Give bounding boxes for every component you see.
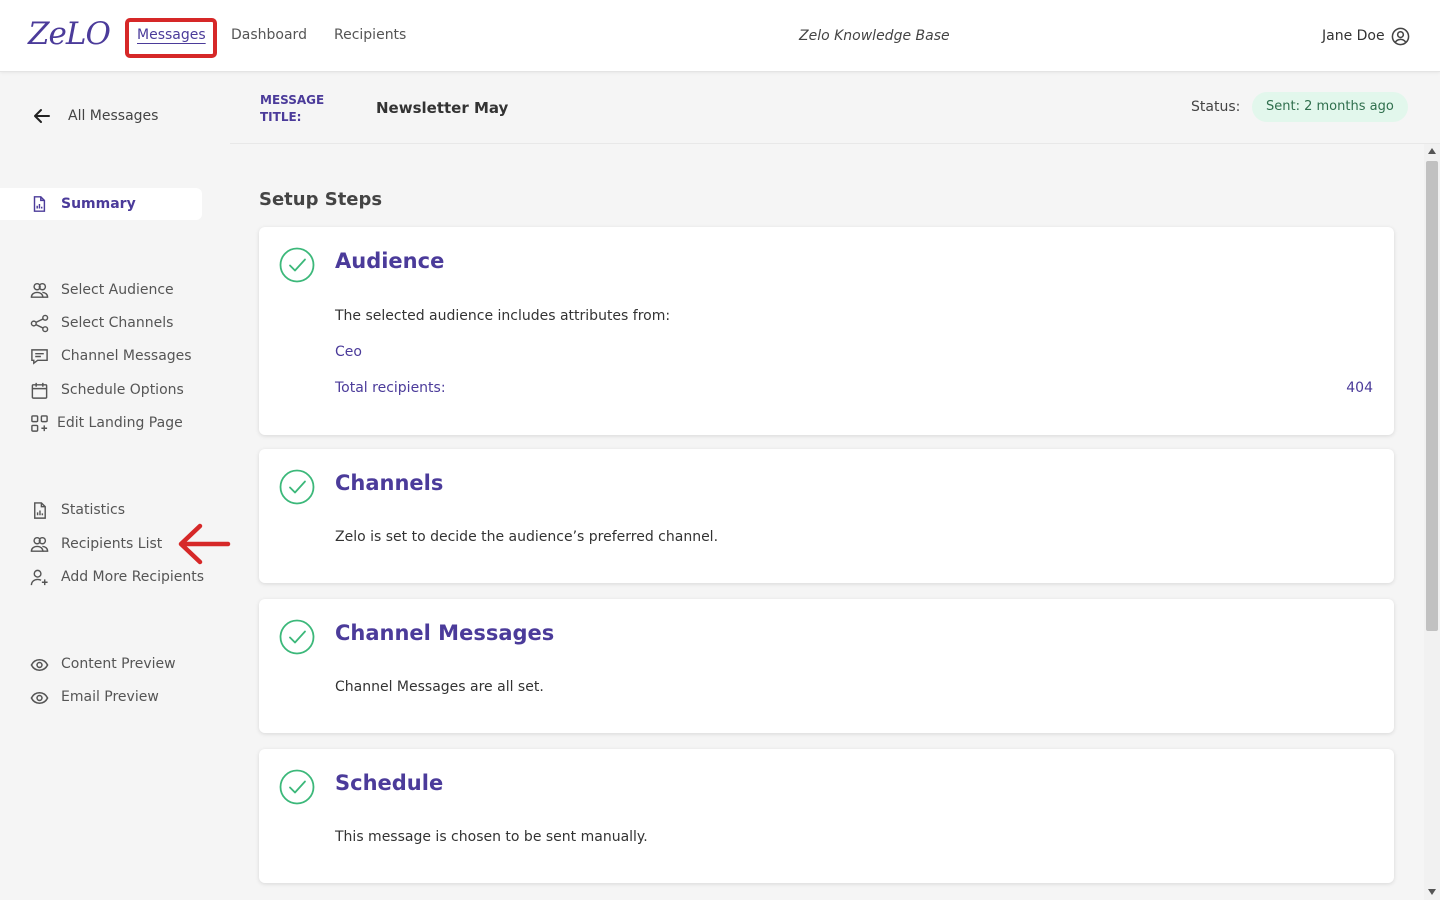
message-icon (31, 348, 48, 365)
scroll-up-arrow[interactable] (1428, 148, 1436, 154)
grid-add-icon (31, 414, 48, 432)
sidebar-item-content-preview[interactable]: Content Preview (30, 653, 176, 675)
content-scrollbar[interactable] (1424, 144, 1440, 900)
share-icon (30, 314, 49, 332)
check-circle-icon (279, 769, 315, 805)
scroll-down-arrow[interactable] (1428, 889, 1436, 895)
sidebar-item-summary[interactable]: Summary (0, 188, 202, 220)
sidebar-item-label: Recipients List (61, 536, 163, 552)
users-icon (30, 282, 49, 298)
check-circle-icon (279, 469, 315, 505)
check-circle-icon (279, 247, 315, 283)
sidebar-item-statistics[interactable]: Statistics (30, 499, 125, 521)
step-card-schedule: Schedule This message is chosen to be se… (259, 749, 1394, 883)
card-text: This message is chosen to be sent manual… (335, 829, 648, 845)
eye-icon (30, 658, 49, 671)
arrow-left-icon (34, 109, 50, 123)
back-to-all-messages[interactable]: All Messages (32, 105, 158, 127)
user-name[interactable]: Jane Doe (1322, 28, 1385, 44)
sidebar-item-select-audience[interactable]: Select Audience (30, 279, 174, 301)
sidebar-item-add-more-recipients[interactable]: Add More Recipients (30, 566, 204, 588)
sidebar-item-label: Select Audience (61, 282, 174, 298)
user-circle-icon[interactable] (1391, 27, 1410, 46)
knowledge-base-link[interactable]: Zelo Knowledge Base (799, 28, 950, 44)
sidebar-item-edit-landing-page[interactable]: Edit Landing Page (30, 412, 183, 434)
card-title: Schedule (335, 771, 444, 795)
sidebar-item-schedule-options[interactable]: Schedule Options (30, 379, 184, 401)
users-icon (30, 536, 49, 552)
sidebar-item-label: Email Preview (61, 689, 159, 705)
total-recipients-value: 404 (1346, 380, 1373, 396)
sidebar-item-label: Edit Landing Page (57, 415, 183, 431)
step-card-audience: Audience The selected audience includes … (259, 227, 1394, 435)
setup-steps-heading: Setup Steps (259, 189, 383, 210)
sidebar-item-label: Schedule Options (61, 382, 184, 398)
sidebar-item-label: Channel Messages (61, 348, 192, 364)
user-plus-icon (30, 569, 48, 585)
sidebar: All Messages Summary Select Audience Sel… (0, 73, 230, 900)
sidebar-item-channel-messages[interactable]: Channel Messages (30, 345, 192, 367)
card-text: The selected audience includes attribute… (335, 308, 671, 324)
message-header: MESSAGE TITLE: Newsletter May Status: Se… (230, 73, 1440, 144)
sidebar-item-email-preview[interactable]: Email Preview (30, 686, 159, 708)
card-title: Channel Messages (335, 621, 555, 645)
nav-recipients[interactable]: Recipients (334, 27, 406, 43)
card-title: Channels (335, 471, 444, 495)
nav-dashboard[interactable]: Dashboard (231, 27, 307, 43)
main-content: Setup Steps Audience The selected audien… (230, 144, 1424, 900)
scroll-thumb[interactable] (1426, 161, 1438, 631)
summary-label: Summary (61, 196, 136, 212)
calendar-icon (31, 382, 48, 399)
check-circle-icon (279, 619, 315, 655)
message-title: Newsletter May (376, 99, 509, 117)
audience-attribute: Ceo (335, 344, 362, 360)
status-badge: Sent: 2 months ago (1252, 92, 1408, 122)
nav-messages[interactable]: Messages (137, 27, 206, 43)
step-card-channels: Channels Zelo is set to decide the audie… (259, 449, 1394, 583)
sidebar-item-label: Add More Recipients (61, 569, 205, 585)
sidebar-item-select-channels[interactable]: Select Channels (30, 312, 173, 334)
eye-icon (30, 691, 49, 704)
card-text: Zelo is set to decide the audience’s pre… (335, 529, 719, 545)
report-icon (34, 501, 46, 519)
report-icon (33, 196, 46, 212)
card-title: Audience (335, 249, 445, 273)
top-bar: ZeLO Messages Dashboard Recipients Zelo … (0, 0, 1440, 72)
sidebar-item-recipients-list[interactable]: Recipients List (30, 533, 162, 555)
status-label: Status: (1191, 99, 1241, 115)
sidebar-item-label: Statistics (61, 502, 125, 518)
zelo-logo[interactable]: ZeLO (28, 16, 111, 52)
sidebar-item-label: Content Preview (61, 656, 176, 672)
sidebar-item-label: Select Channels (61, 315, 174, 331)
step-card-channel-messages: Channel Messages Channel Messages are al… (259, 599, 1394, 733)
card-text: Channel Messages are all set. (335, 679, 544, 695)
red-arrow-annotation (178, 523, 231, 565)
message-title-label: MESSAGE TITLE: (260, 93, 325, 124)
back-label: All Messages (68, 108, 159, 124)
total-recipients-label: Total recipients: (335, 380, 446, 396)
